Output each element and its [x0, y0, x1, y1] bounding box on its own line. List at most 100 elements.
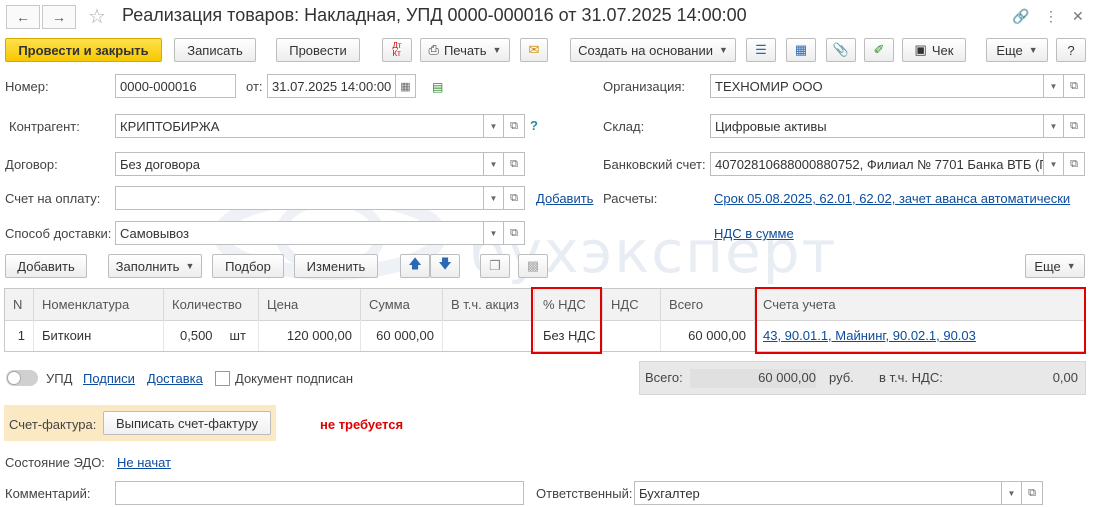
row-excise[interactable] — [443, 320, 535, 351]
settlements-link[interactable]: Срок 05.08.2025, 62.01, 62.02, зачет ава… — [714, 191, 1070, 206]
row-item[interactable]: Биткоин — [34, 320, 164, 351]
totals-panel: Всего: 60 000,00 руб. в т.ч. НДС: 0,00 — [639, 361, 1086, 395]
delivery-label: Способ доставки: — [5, 226, 112, 241]
column-header-excise[interactable]: В т.ч. акциз — [443, 289, 535, 320]
signed-label: Документ подписан — [235, 371, 354, 386]
back-button[interactable]: ← — [6, 5, 40, 29]
issue-invoice-button[interactable]: Выписать счет-фактуру — [103, 411, 271, 435]
delivery-link[interactable]: Доставка — [147, 371, 203, 386]
envelope-icon: ✉ — [528, 42, 540, 57]
chevron-down-icon: ▼ — [1066, 261, 1076, 271]
report-button[interactable]: ☰ — [746, 38, 776, 62]
print-button[interactable]: ⎙ Печать ▼ — [420, 38, 510, 62]
delivery-dropdown-icon[interactable]: ▼ — [484, 221, 504, 245]
signed-checkbox[interactable] — [215, 371, 230, 386]
bank-field[interactable]: 40702810688000880752, Филиал № 7701 Банк… — [710, 152, 1044, 176]
row-price[interactable]: 120 000,00 — [259, 320, 361, 351]
column-header-price[interactable]: Цена — [259, 289, 361, 320]
contract-open-icon[interactable]: ⧉ — [503, 152, 525, 176]
contractor-dropdown-icon[interactable]: ▼ — [484, 114, 504, 138]
pen-icon: ✐ — [873, 42, 885, 57]
column-header-total[interactable]: Всего — [661, 289, 755, 320]
column-header-sum[interactable]: Сумма — [361, 289, 443, 320]
warehouse-open-icon[interactable]: ⧉ — [1063, 114, 1085, 138]
delivery-field[interactable]: Самовывоз — [115, 221, 484, 245]
warehouse-dropdown-icon[interactable]: ▼ — [1044, 114, 1064, 138]
paste-rows-button[interactable]: ▩ — [518, 254, 548, 278]
more-button[interactable]: Еще ▼ — [986, 38, 1048, 62]
vat-in-sum-link[interactable]: НДС в сумме — [714, 226, 794, 241]
responsible-dropdown-icon[interactable]: ▼ — [1002, 481, 1022, 505]
row-vat[interactable] — [603, 320, 661, 351]
upd-toggle[interactable] — [6, 370, 38, 386]
row-number: 1 — [5, 320, 34, 351]
calendar-icon[interactable]: ▦ — [396, 74, 416, 98]
save-button[interactable]: Записать — [174, 38, 256, 62]
row-total[interactable]: 60 000,00 — [661, 320, 755, 351]
favorite-star-icon[interactable]: ☆ — [88, 4, 106, 29]
column-header-vat[interactable]: НДС — [603, 289, 661, 320]
highlight-accounts-column — [755, 287, 1086, 354]
delivery-open-icon[interactable]: ⧉ — [503, 221, 525, 245]
table-more-button[interactable]: Еще ▼ — [1025, 254, 1085, 278]
arrow-left-icon: ← — [16, 9, 30, 25]
contract-label: Договор: — [5, 157, 58, 172]
close-icon[interactable]: ✕ — [1072, 8, 1084, 25]
dt-kt-button[interactable]: Дт Кт — [382, 38, 412, 62]
signers-link[interactable]: Подписи — [83, 371, 135, 386]
forward-button[interactable]: → — [42, 5, 76, 29]
copy-rows-button[interactable]: ❐ — [480, 254, 510, 278]
attach-button[interactable]: 📎 — [826, 38, 856, 62]
responsible-field[interactable]: Бухгалтер — [634, 481, 1002, 505]
copy-icon: ❐ — [489, 258, 501, 273]
contract-field[interactable]: Без договора — [115, 152, 484, 176]
receipt-button[interactable]: ▣ Чек — [902, 38, 966, 62]
comment-field[interactable] — [115, 481, 524, 505]
create-based-on-button[interactable]: Создать на основании ▼ — [570, 38, 736, 62]
select-button[interactable]: Подбор — [212, 254, 284, 278]
row-qty-cell[interactable]: 0,500 шт — [164, 320, 259, 351]
doc-comment-icon[interactable]: ▤ — [432, 80, 443, 94]
settlements-label: Расчеты: — [603, 191, 658, 206]
date-field[interactable]: 31.07.2025 14:00:00 — [267, 74, 396, 98]
bank-label: Банковский счет: — [603, 157, 706, 172]
responsible-open-icon[interactable]: ⧉ — [1021, 481, 1043, 505]
add-invoice-link[interactable]: Добавить — [536, 191, 593, 206]
edo-status-link[interactable]: Не начат — [117, 455, 171, 470]
mail-button[interactable]: ✉ — [520, 38, 548, 62]
move-up-button[interactable]: 🡅 — [400, 254, 430, 278]
printer-icon: ⎙ — [428, 42, 439, 57]
help-question-icon[interactable]: ? — [530, 118, 538, 133]
number-field[interactable]: 0000-000016 — [115, 74, 236, 98]
sign-button[interactable]: ✐ — [864, 38, 894, 62]
more-vertical-icon[interactable]: ⋮ — [1044, 8, 1058, 25]
move-down-button[interactable]: 🡇 — [430, 254, 460, 278]
bank-open-icon[interactable]: ⧉ — [1063, 152, 1085, 176]
create-based-on-label: Создать на основании — [578, 42, 713, 58]
warehouse-field[interactable]: Цифровые активы — [710, 114, 1044, 138]
post-and-close-button[interactable]: Провести и закрыть — [5, 38, 162, 62]
bank-dropdown-icon[interactable]: ▼ — [1044, 152, 1064, 176]
invoice-open-icon[interactable]: ⧉ — [503, 186, 525, 210]
add-row-button[interactable]: Добавить — [5, 254, 87, 278]
receipt-label: Чек — [931, 42, 954, 58]
org-dropdown-icon[interactable]: ▼ — [1044, 74, 1064, 98]
contractor-label: Контрагент: — [9, 119, 80, 134]
change-button[interactable]: Изменить — [294, 254, 378, 278]
invoice-dropdown-icon[interactable]: ▼ — [484, 186, 504, 210]
contract-dropdown-icon[interactable]: ▼ — [484, 152, 504, 176]
structure-button[interactable]: ▦ — [786, 38, 816, 62]
link-icon[interactable]: 🔗 — [1012, 8, 1029, 25]
post-button[interactable]: Провести — [276, 38, 360, 62]
org-field[interactable]: ТЕХНОМИР ООО — [710, 74, 1044, 98]
column-header-item[interactable]: Номенклатура — [34, 289, 164, 320]
invoice-field[interactable] — [115, 186, 484, 210]
contractor-field[interactable]: КРИПТОБИРЖА — [115, 114, 484, 138]
row-sum[interactable]: 60 000,00 — [361, 320, 443, 351]
column-header-qty[interactable]: Количество — [164, 289, 259, 320]
column-header-n[interactable]: N — [5, 289, 34, 320]
fill-button[interactable]: Заполнить ▼ — [108, 254, 202, 278]
org-open-icon[interactable]: ⧉ — [1063, 74, 1085, 98]
help-button[interactable]: ? — [1056, 38, 1086, 62]
contractor-open-icon[interactable]: ⧉ — [503, 114, 525, 138]
